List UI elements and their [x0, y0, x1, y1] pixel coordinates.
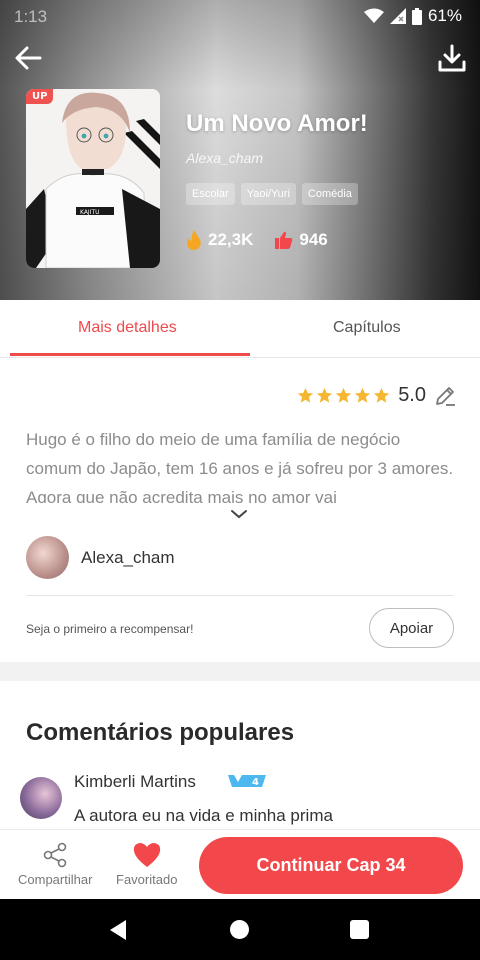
tab-chapters[interactable]: Capítulos: [333, 319, 401, 337]
wifi-icon: [363, 8, 384, 23]
share-label: Compartilhar: [18, 872, 93, 887]
battery-percent: 61%: [427, 6, 462, 25]
bottom-action-bar: Compartilhar Favoritado Continuar Cap 34: [0, 829, 480, 899]
chevron-down-icon[interactable]: [230, 508, 248, 520]
system-navigation-bar: [0, 899, 480, 960]
nav-back-icon[interactable]: [108, 919, 128, 941]
story-header: 1:13 61% KAJITU UP Um Novo Amor! Alexa_c…: [0, 0, 480, 300]
views-count: 22,3K: [208, 230, 254, 249]
battery-icon: [411, 7, 422, 25]
star-icon: [355, 387, 371, 403]
support-button[interactable]: Apoiar: [369, 608, 454, 648]
story-cover-image[interactable]: KAJITU UP: [26, 89, 160, 268]
story-title: Um Novo Amor!: [186, 110, 368, 137]
favorite-label: Favoritado: [116, 872, 178, 887]
favorite-button[interactable]: Favoritado: [116, 842, 177, 887]
story-stats: 22,3K 946: [186, 230, 328, 250]
details-card: 5.0 Hugo é o filho do meio de uma famíli…: [0, 358, 480, 662]
tab-details[interactable]: Mais detalhes: [78, 319, 177, 337]
tag-chip[interactable]: Comédia: [301, 183, 358, 205]
comments-section: Comentários populares Kimberli Martins 4…: [0, 681, 480, 831]
status-time: 1:13: [14, 7, 48, 26]
comment-text: A autora eu na vida e minha prima: [74, 806, 333, 825]
signal-icon: [389, 8, 406, 24]
star-rating: [297, 387, 390, 404]
nav-recents-icon[interactable]: [350, 920, 369, 939]
thumbs-up-icon: [275, 231, 293, 249]
story-author[interactable]: Alexa_cham: [186, 150, 263, 166]
commenter-name[interactable]: Kimberli Martins: [74, 772, 196, 792]
views-stat: 22,3K: [186, 230, 253, 250]
tag-list: Escolar Yaoi/Yuri Comédia: [186, 183, 358, 205]
reward-prompt: Seja o primeiro a recompensar!: [26, 622, 194, 636]
divider: [26, 595, 454, 596]
author-name[interactable]: Alexa_cham: [81, 548, 175, 568]
share-icon: [43, 842, 67, 868]
star-icon: [317, 387, 333, 403]
comments-title: Comentários populares: [26, 719, 295, 746]
rating-value: 5.0: [398, 384, 426, 406]
active-tab-indicator: [10, 353, 250, 356]
nav-home-icon[interactable]: [230, 920, 249, 939]
tag-chip[interactable]: Yaoi/Yuri: [240, 183, 296, 205]
author-avatar[interactable]: [26, 536, 69, 579]
commenter-avatar[interactable]: [20, 777, 62, 819]
status-icons: 61%: [363, 6, 462, 26]
fire-icon: [187, 230, 201, 250]
tag-chip[interactable]: Escolar: [186, 183, 235, 205]
level-badge-icon: 4: [228, 775, 266, 788]
cover-illustration: KAJITU: [26, 89, 160, 268]
detail-tabs: Mais detalhes Capítulos: [0, 300, 480, 358]
star-icon: [298, 387, 314, 403]
synopsis-text: Hugo é o filho do meio de uma família de…: [26, 430, 454, 503]
star-icon: [336, 387, 352, 403]
download-icon[interactable]: [436, 42, 468, 74]
up-badge: UP: [26, 89, 54, 104]
continue-reading-button[interactable]: Continuar Cap 34: [199, 837, 463, 894]
likes-count: 946: [299, 230, 328, 249]
back-arrow-icon[interactable]: [10, 40, 46, 76]
pencil-icon[interactable]: [434, 385, 456, 407]
status-bar: 1:13 61%: [0, 0, 480, 34]
author-row[interactable]: Alexa_cham: [26, 536, 175, 579]
rating: 5.0: [297, 384, 456, 407]
heart-icon: [133, 843, 160, 867]
likes-stat: 946: [275, 230, 328, 250]
star-icon: [374, 387, 390, 403]
shirt-print: KAJITU: [80, 209, 100, 216]
level-number: 4: [252, 777, 259, 788]
share-button[interactable]: Compartilhar: [18, 842, 92, 887]
